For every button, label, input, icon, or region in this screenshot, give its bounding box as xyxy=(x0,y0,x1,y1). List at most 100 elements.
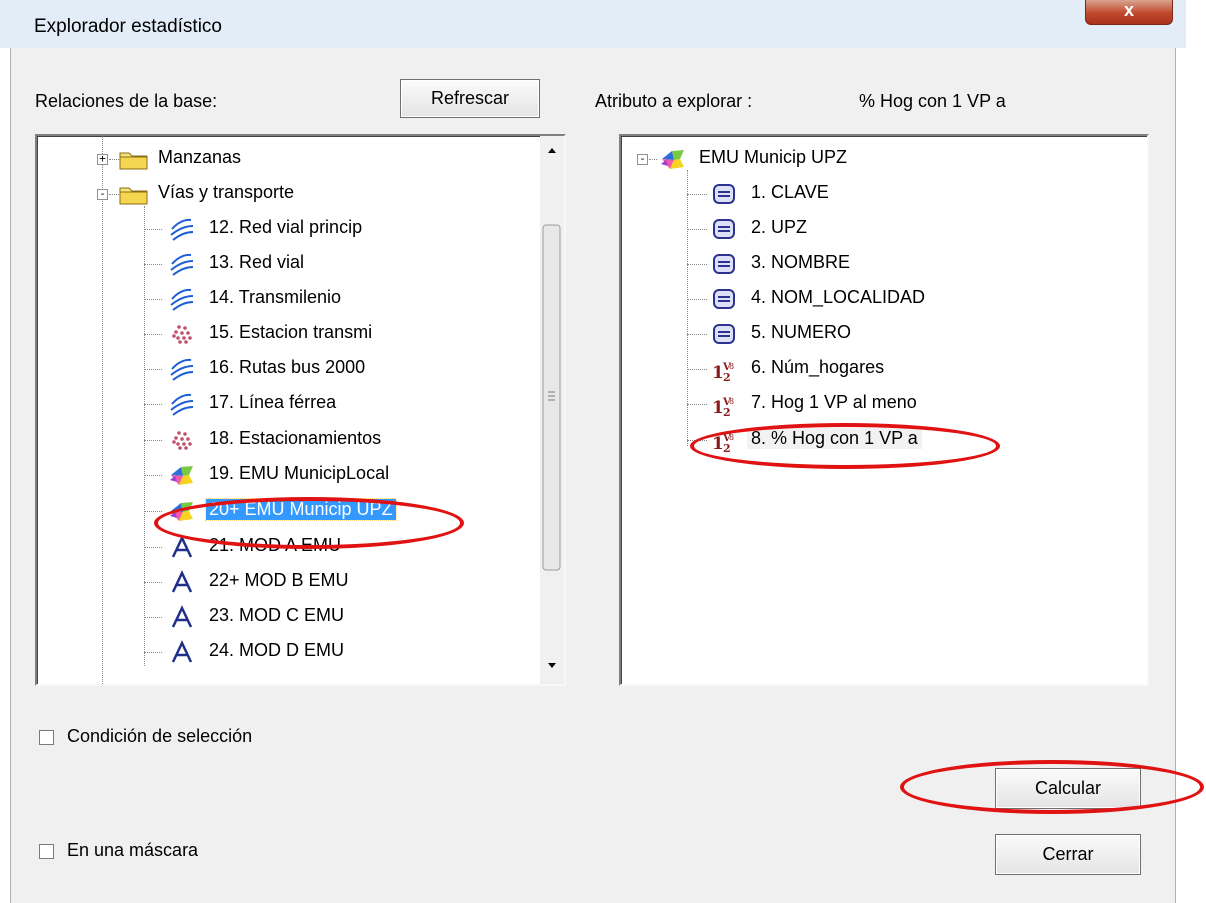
tree-item[interactable]: 12. Red vial princip xyxy=(37,214,537,244)
tree-item-label: 12. Red vial princip xyxy=(209,217,363,237)
folder-icon xyxy=(119,148,149,175)
attribute-label: 3. NOMBRE xyxy=(751,252,851,272)
tree-item[interactable]: - Vías y transporte xyxy=(37,179,537,209)
text-layer-icon xyxy=(167,605,197,634)
tree-item-label: 13. Red vial xyxy=(209,252,305,272)
attribute-label: 2. UPZ xyxy=(751,217,808,237)
scrollbar-thumb[interactable] xyxy=(542,224,561,571)
tree-item[interactable]: 19. EMU MunicipLocal xyxy=(37,460,537,490)
line-layer-icon xyxy=(167,252,197,281)
condition-checkbox[interactable] xyxy=(39,730,54,745)
tree-line xyxy=(687,404,707,405)
relations-tree[interactable]: + Manzanas - Vías y transporte 12. Red vial … xyxy=(35,134,566,686)
tree-item-label: Manzanas xyxy=(158,147,242,167)
mask-checkbox[interactable] xyxy=(39,844,54,859)
tree-line xyxy=(687,440,707,441)
tree-line xyxy=(144,334,162,335)
text-layer-icon xyxy=(167,535,197,564)
tree-line xyxy=(144,264,162,265)
calcular-button[interactable]: Calcular xyxy=(995,768,1141,809)
close-button[interactable]: x xyxy=(1085,0,1173,25)
attribute-label: 5. NUMERO xyxy=(751,322,852,342)
text-layer-icon xyxy=(167,570,197,599)
tree-item[interactable]: 15. Estacion transmi xyxy=(37,319,537,349)
attribute-item[interactable]: 4. NOM_LOCALIDAD xyxy=(621,284,1121,314)
scroll-up-arrow-icon[interactable] xyxy=(548,148,556,153)
svg-text:8: 8 xyxy=(729,362,734,371)
polygon-layer-icon xyxy=(658,147,688,176)
tree-item-label: 19. EMU MunicipLocal xyxy=(209,463,390,483)
tree-root[interactable]: - EMU Municip UPZ xyxy=(621,144,1121,174)
attribute-label: 4. NOM_LOCALIDAD xyxy=(751,287,926,307)
expand-toggle[interactable]: + xyxy=(97,153,108,165)
tree-line xyxy=(144,475,162,476)
tree-item[interactable]: 18. Estacionamientos xyxy=(37,425,537,455)
relations-label: Relaciones de la base: xyxy=(35,91,218,111)
dialog-body: Relaciones de la base: Refrescar Atribut… xyxy=(10,48,1176,903)
text-field-icon xyxy=(709,182,739,211)
text-layer-icon xyxy=(167,640,197,669)
tree-item-label: 21. MOD A EMU xyxy=(209,535,342,555)
attribute-label: 8. % Hog con 1 VP a xyxy=(747,428,922,449)
tree-line xyxy=(109,194,119,195)
tree-item[interactable]: 20+ EMU Municip UPZ xyxy=(37,496,537,526)
tree-item[interactable]: 21. MOD A EMU xyxy=(37,532,537,562)
tree-line xyxy=(144,299,162,300)
tree-line xyxy=(109,159,119,160)
tree-line xyxy=(144,617,162,618)
attribute-item[interactable]: 3. NOMBRE xyxy=(621,249,1121,279)
attribute-label: 6. Núm_hogares xyxy=(751,357,885,377)
tree-item[interactable]: 13. Red vial xyxy=(37,249,537,279)
tree-item-label: 16. Rutas bus 2000 xyxy=(209,357,366,377)
attribute-item[interactable]: 5. NUMERO xyxy=(621,319,1121,349)
expand-toggle[interactable]: - xyxy=(97,188,108,200)
tree-item[interactable]: 16. Rutas bus 2000 xyxy=(37,354,537,384)
svg-text:2: 2 xyxy=(723,371,731,383)
tree-item[interactable]: 17. Línea férrea xyxy=(37,389,537,419)
tree-line xyxy=(144,582,162,583)
numeric-field-icon: 1V82 xyxy=(709,357,739,388)
tree-item[interactable]: 22+ MOD B EMU xyxy=(37,567,537,597)
attribute-item[interactable]: 1 V 8 2 8. % Hog con 1 VP a xyxy=(621,425,1121,455)
attribute-item[interactable]: 1 V 8 2 7. Hog 1 VP al meno xyxy=(621,389,1121,419)
attribute-label: 7. Hog 1 VP al meno xyxy=(751,392,917,412)
tree-item[interactable]: 14. Transmilenio xyxy=(37,284,537,314)
condition-label: Condición de selección xyxy=(67,726,253,746)
attribute-item[interactable]: 2. UPZ xyxy=(621,214,1121,244)
numeric-field-icon: 1V82 xyxy=(709,392,739,423)
tree-item-label: 18. Estacionamientos xyxy=(209,428,382,448)
tree-item[interactable]: + Manzanas xyxy=(37,144,537,174)
collapse-toggle[interactable]: - xyxy=(637,153,648,165)
scrollbar-graphics xyxy=(542,148,561,668)
point-layer-icon xyxy=(167,322,197,351)
line-layer-icon xyxy=(167,357,197,386)
tree-line xyxy=(649,159,657,160)
line-layer-icon xyxy=(167,392,197,421)
tree-item[interactable]: 24. MOD D EMU xyxy=(37,637,537,667)
attribute-item[interactable]: 1 V 8 2 6. Núm_hogares xyxy=(621,354,1121,384)
polygon-layer-icon xyxy=(167,463,197,492)
tree-line xyxy=(687,369,707,370)
vertical-scrollbar[interactable] xyxy=(540,136,564,684)
tree-line xyxy=(144,369,162,370)
attributes-tree[interactable]: - EMU Municip UPZ 1. CLAVE 2. UPZ 3. NOMBRE 4… xyxy=(619,134,1149,686)
attribute-label: 1. CLAVE xyxy=(751,182,829,202)
window-title: Explorador estadístico xyxy=(34,16,222,37)
svg-text:8: 8 xyxy=(729,433,734,442)
attribute-value: % Hog con 1 VP a xyxy=(859,91,1006,111)
point-layer-icon xyxy=(167,428,197,457)
attribute-item[interactable]: 1. CLAVE xyxy=(621,179,1121,209)
tree-item-label: 14. Transmilenio xyxy=(209,287,342,307)
refresh-button[interactable]: Refrescar xyxy=(400,79,540,118)
text-field-icon xyxy=(709,217,739,246)
scroll-down-arrow-icon[interactable] xyxy=(548,663,556,668)
dialog-window: Explorador estadístico x Relaciones de l… xyxy=(0,0,1206,903)
tree-line xyxy=(687,299,707,300)
attribute-label: Atributo a explorar : xyxy=(595,91,753,111)
svg-text:2: 2 xyxy=(723,406,731,418)
tree-line xyxy=(144,652,162,653)
tree-line xyxy=(144,404,162,405)
tree-item[interactable]: 23. MOD C EMU xyxy=(37,602,537,632)
cerrar-button[interactable]: Cerrar xyxy=(995,834,1141,875)
text-field-icon xyxy=(709,287,739,316)
